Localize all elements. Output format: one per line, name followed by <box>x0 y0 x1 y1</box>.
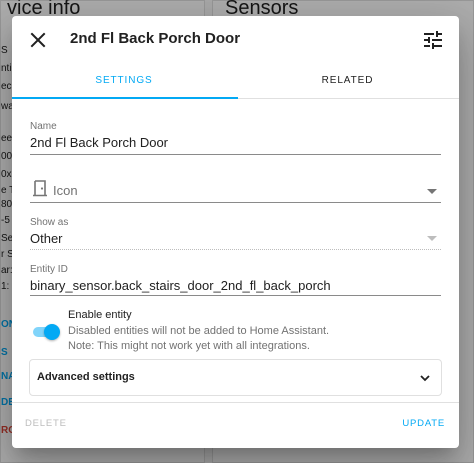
toggle-thumb <box>44 324 60 340</box>
chevron-down-icon <box>420 375 430 382</box>
enable-entity-toggle[interactable] <box>30 322 60 342</box>
entity-id-underline <box>30 295 441 296</box>
close-button[interactable] <box>26 28 50 52</box>
icon-picker-underline <box>30 202 441 203</box>
entity-id-field[interactable]: Entity ID binary_sensor.back_stairs_door… <box>30 264 441 296</box>
dialog-header: 2nd Fl Back Porch Door <box>12 16 459 64</box>
chevron-down-icon[interactable] <box>427 236 437 241</box>
enable-entity-desc-line1: Disabled entities will not be added to H… <box>68 325 330 337</box>
name-field-underline <box>30 154 441 155</box>
close-icon <box>30 32 46 48</box>
show-as-underline <box>30 249 441 250</box>
enable-entity-title: Enable entity <box>68 309 132 321</box>
entity-id-label: Entity ID <box>30 264 68 275</box>
tab-settings[interactable]: SETTINGS <box>12 66 236 98</box>
dialog-title: 2nd Fl Back Porch Door <box>70 30 241 47</box>
delete-button[interactable]: DELETE <box>25 418 67 429</box>
update-button[interactable]: UPDATE <box>402 418 445 429</box>
enable-entity-description: Disabled entities will not be added to H… <box>68 324 358 354</box>
show-as-value[interactable]: Other <box>30 231 441 246</box>
show-as-label: Show as <box>30 217 69 228</box>
door-icon <box>33 180 47 197</box>
advanced-settings-label: Advanced settings <box>37 371 135 383</box>
show-as-select[interactable]: Show as Other <box>30 217 441 250</box>
tab-related[interactable]: RELATED <box>236 66 459 98</box>
advanced-settings-expander[interactable]: Advanced settings <box>29 359 442 396</box>
name-field-label: Name <box>30 121 57 132</box>
dialog-actions: DELETE UPDATE <box>12 402 459 448</box>
active-tab-indicator <box>12 97 238 99</box>
name-field[interactable]: Name 2nd Fl Back Porch Door <box>30 121 441 155</box>
tune-icon <box>424 31 442 49</box>
name-field-value[interactable]: 2nd Fl Back Porch Door <box>30 135 441 150</box>
entity-id-value[interactable]: binary_sensor.back_stairs_door_2nd_fl_ba… <box>30 278 441 293</box>
entity-settings-dialog: 2nd Fl Back Porch Door SETTINGS RELATED … <box>12 16 459 448</box>
icon-picker[interactable]: Icon <box>30 177 441 203</box>
dialog-tabs: SETTINGS RELATED <box>12 66 459 99</box>
tune-button[interactable] <box>421 28 445 52</box>
enable-entity-desc-line2: Note: This might not work yet with all i… <box>68 340 310 352</box>
chevron-down-icon[interactable] <box>427 189 437 194</box>
icon-picker-placeholder: Icon <box>53 183 78 198</box>
